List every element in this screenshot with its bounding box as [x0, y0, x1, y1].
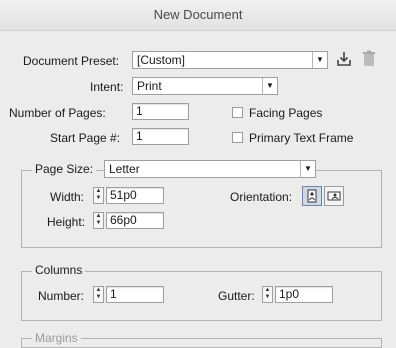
page-size-value: Letter: [109, 162, 140, 176]
portrait-orientation-button[interactable]: [302, 186, 322, 206]
columns-number-label: Number:: [38, 289, 85, 303]
start-page-field[interactable]: 1: [132, 128, 189, 145]
start-page-label: Start Page #:: [50, 131, 121, 145]
window-title: New Document: [0, 0, 396, 31]
facing-pages-checkbox[interactable]: [232, 107, 243, 118]
chevron-down-icon: ▼: [262, 78, 277, 94]
page-size-label: Page Size:: [32, 162, 97, 176]
gutter-label: Gutter:: [218, 289, 255, 303]
save-preset-icon[interactable]: [336, 50, 352, 68]
height-label: Height:: [47, 215, 86, 229]
columns-number-field[interactable]: 1: [106, 286, 164, 303]
width-stepper[interactable]: ▲ ▼: [93, 187, 104, 204]
gutter-field[interactable]: 1p0: [275, 286, 333, 303]
document-preset-select[interactable]: [Custom] ▼: [132, 51, 328, 69]
orientation-label: Orientation:: [230, 190, 293, 204]
facing-pages-label: Facing Pages: [249, 106, 323, 120]
trash-icon[interactable]: [362, 50, 376, 68]
width-field[interactable]: 51p0: [106, 187, 164, 204]
landscape-icon: [327, 191, 341, 201]
page-size-select[interactable]: Letter ▼: [104, 160, 316, 178]
margins-label: Margins: [32, 331, 81, 345]
height-stepper[interactable]: ▲ ▼: [93, 212, 104, 229]
portrait-icon: [307, 189, 317, 203]
gutter-stepper[interactable]: ▲ ▼: [262, 286, 273, 303]
intent-value: Print: [137, 79, 162, 93]
primary-text-frame-label: Primary Text Frame: [249, 131, 354, 145]
chevron-down-icon: ▼: [300, 161, 315, 177]
columns-label: Columns: [32, 263, 86, 277]
intent-label: Intent:: [90, 80, 124, 94]
page-size-group: [21, 170, 382, 248]
document-preset-label: Document Preset:: [23, 54, 120, 68]
intent-select[interactable]: Print ▼: [132, 77, 278, 95]
document-preset-value: [Custom]: [137, 53, 186, 67]
columns-number-stepper[interactable]: ▲ ▼: [93, 286, 104, 303]
number-of-pages-field[interactable]: 1: [132, 103, 189, 120]
height-field[interactable]: 66p0: [106, 212, 164, 229]
primary-text-frame-checkbox[interactable]: [232, 132, 243, 143]
width-label: Width:: [50, 190, 85, 204]
landscape-orientation-button[interactable]: [324, 186, 344, 206]
number-of-pages-label: Number of Pages:: [9, 106, 106, 120]
chevron-down-icon: ▼: [312, 52, 327, 68]
